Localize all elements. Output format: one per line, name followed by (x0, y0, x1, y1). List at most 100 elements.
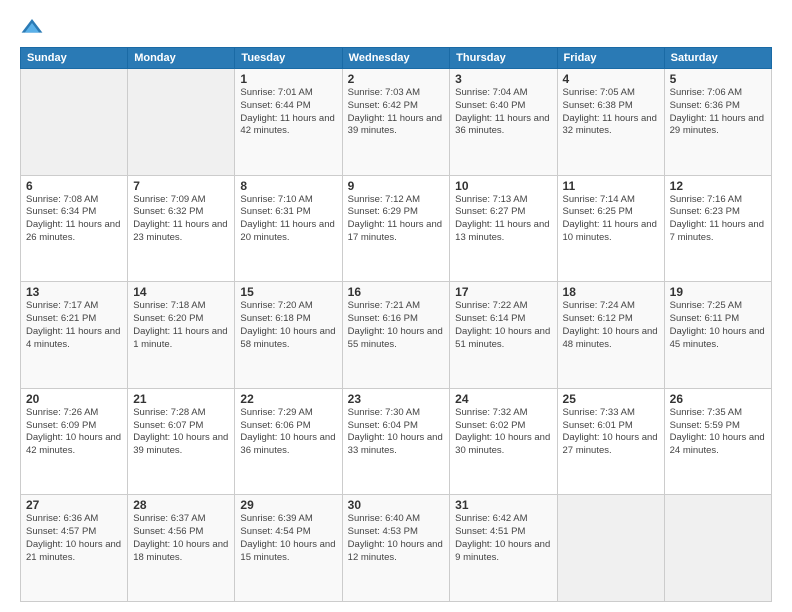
day-number: 27 (26, 498, 122, 512)
calendar-day-cell: 4Sunrise: 7:05 AM Sunset: 6:38 PM Daylig… (557, 69, 664, 176)
day-info: Sunrise: 7:06 AM Sunset: 6:36 PM Dayligh… (670, 87, 766, 138)
day-number: 29 (240, 498, 336, 512)
day-info: Sunrise: 6:39 AM Sunset: 4:54 PM Dayligh… (240, 513, 336, 564)
day-info: Sunrise: 7:04 AM Sunset: 6:40 PM Dayligh… (455, 87, 551, 138)
calendar-day-cell (128, 69, 235, 176)
weekday-header: Tuesday (235, 48, 342, 69)
weekday-header: Sunday (21, 48, 128, 69)
day-info: Sunrise: 7:20 AM Sunset: 6:18 PM Dayligh… (240, 300, 336, 351)
calendar-day-cell: 22Sunrise: 7:29 AM Sunset: 6:06 PM Dayli… (235, 388, 342, 495)
calendar-day-cell: 13Sunrise: 7:17 AM Sunset: 6:21 PM Dayli… (21, 282, 128, 389)
day-number: 22 (240, 392, 336, 406)
day-number: 9 (348, 179, 445, 193)
header (20, 15, 772, 39)
calendar-day-cell: 28Sunrise: 6:37 AM Sunset: 4:56 PM Dayli… (128, 495, 235, 602)
day-number: 21 (133, 392, 229, 406)
day-number: 19 (670, 285, 766, 299)
day-info: Sunrise: 7:12 AM Sunset: 6:29 PM Dayligh… (348, 194, 445, 245)
weekday-header: Saturday (664, 48, 771, 69)
calendar-week-row: 6Sunrise: 7:08 AM Sunset: 6:34 PM Daylig… (21, 175, 772, 282)
day-info: Sunrise: 7:05 AM Sunset: 6:38 PM Dayligh… (563, 87, 659, 138)
logo-icon (20, 15, 44, 39)
day-number: 15 (240, 285, 336, 299)
day-number: 30 (348, 498, 445, 512)
day-number: 28 (133, 498, 229, 512)
calendar-day-cell: 17Sunrise: 7:22 AM Sunset: 6:14 PM Dayli… (450, 282, 557, 389)
calendar-week-row: 20Sunrise: 7:26 AM Sunset: 6:09 PM Dayli… (21, 388, 772, 495)
weekday-header: Thursday (450, 48, 557, 69)
calendar-day-cell: 7Sunrise: 7:09 AM Sunset: 6:32 PM Daylig… (128, 175, 235, 282)
day-number: 13 (26, 285, 122, 299)
calendar-day-cell: 26Sunrise: 7:35 AM Sunset: 5:59 PM Dayli… (664, 388, 771, 495)
day-info: Sunrise: 6:40 AM Sunset: 4:53 PM Dayligh… (348, 513, 445, 564)
day-info: Sunrise: 7:24 AM Sunset: 6:12 PM Dayligh… (563, 300, 659, 351)
calendar-day-cell: 15Sunrise: 7:20 AM Sunset: 6:18 PM Dayli… (235, 282, 342, 389)
calendar-day-cell: 16Sunrise: 7:21 AM Sunset: 6:16 PM Dayli… (342, 282, 450, 389)
day-number: 23 (348, 392, 445, 406)
day-info: Sunrise: 7:29 AM Sunset: 6:06 PM Dayligh… (240, 407, 336, 458)
logo (20, 15, 48, 39)
calendar-day-cell (664, 495, 771, 602)
weekday-header: Monday (128, 48, 235, 69)
day-number: 11 (563, 179, 659, 193)
day-info: Sunrise: 7:33 AM Sunset: 6:01 PM Dayligh… (563, 407, 659, 458)
calendar-day-cell: 29Sunrise: 6:39 AM Sunset: 4:54 PM Dayli… (235, 495, 342, 602)
day-info: Sunrise: 7:25 AM Sunset: 6:11 PM Dayligh… (670, 300, 766, 351)
day-info: Sunrise: 7:22 AM Sunset: 6:14 PM Dayligh… (455, 300, 551, 351)
day-number: 2 (348, 72, 445, 86)
calendar-day-cell: 6Sunrise: 7:08 AM Sunset: 6:34 PM Daylig… (21, 175, 128, 282)
day-number: 14 (133, 285, 229, 299)
calendar-day-cell: 25Sunrise: 7:33 AM Sunset: 6:01 PM Dayli… (557, 388, 664, 495)
calendar-table: SundayMondayTuesdayWednesdayThursdayFrid… (20, 47, 772, 602)
day-info: Sunrise: 6:42 AM Sunset: 4:51 PM Dayligh… (455, 513, 551, 564)
day-number: 4 (563, 72, 659, 86)
day-number: 8 (240, 179, 336, 193)
day-number: 1 (240, 72, 336, 86)
calendar-day-cell: 5Sunrise: 7:06 AM Sunset: 6:36 PM Daylig… (664, 69, 771, 176)
calendar-day-cell: 9Sunrise: 7:12 AM Sunset: 6:29 PM Daylig… (342, 175, 450, 282)
calendar-day-cell: 31Sunrise: 6:42 AM Sunset: 4:51 PM Dayli… (450, 495, 557, 602)
day-number: 10 (455, 179, 551, 193)
day-number: 24 (455, 392, 551, 406)
calendar-week-row: 27Sunrise: 6:36 AM Sunset: 4:57 PM Dayli… (21, 495, 772, 602)
calendar-day-cell: 1Sunrise: 7:01 AM Sunset: 6:44 PM Daylig… (235, 69, 342, 176)
day-info: Sunrise: 7:21 AM Sunset: 6:16 PM Dayligh… (348, 300, 445, 351)
calendar-day-cell: 27Sunrise: 6:36 AM Sunset: 4:57 PM Dayli… (21, 495, 128, 602)
weekday-header: Wednesday (342, 48, 450, 69)
day-info: Sunrise: 7:13 AM Sunset: 6:27 PM Dayligh… (455, 194, 551, 245)
calendar-day-cell: 21Sunrise: 7:28 AM Sunset: 6:07 PM Dayli… (128, 388, 235, 495)
day-number: 25 (563, 392, 659, 406)
day-number: 7 (133, 179, 229, 193)
day-number: 3 (455, 72, 551, 86)
day-info: Sunrise: 6:37 AM Sunset: 4:56 PM Dayligh… (133, 513, 229, 564)
calendar-day-cell: 20Sunrise: 7:26 AM Sunset: 6:09 PM Dayli… (21, 388, 128, 495)
day-info: Sunrise: 7:10 AM Sunset: 6:31 PM Dayligh… (240, 194, 336, 245)
day-info: Sunrise: 7:28 AM Sunset: 6:07 PM Dayligh… (133, 407, 229, 458)
weekday-header: Friday (557, 48, 664, 69)
day-number: 26 (670, 392, 766, 406)
day-info: Sunrise: 7:30 AM Sunset: 6:04 PM Dayligh… (348, 407, 445, 458)
day-info: Sunrise: 7:35 AM Sunset: 5:59 PM Dayligh… (670, 407, 766, 458)
day-number: 5 (670, 72, 766, 86)
calendar-day-cell: 14Sunrise: 7:18 AM Sunset: 6:20 PM Dayli… (128, 282, 235, 389)
day-number: 20 (26, 392, 122, 406)
day-info: Sunrise: 7:03 AM Sunset: 6:42 PM Dayligh… (348, 87, 445, 138)
calendar-week-row: 13Sunrise: 7:17 AM Sunset: 6:21 PM Dayli… (21, 282, 772, 389)
day-info: Sunrise: 7:09 AM Sunset: 6:32 PM Dayligh… (133, 194, 229, 245)
calendar-day-cell: 24Sunrise: 7:32 AM Sunset: 6:02 PM Dayli… (450, 388, 557, 495)
calendar-day-cell: 2Sunrise: 7:03 AM Sunset: 6:42 PM Daylig… (342, 69, 450, 176)
day-info: Sunrise: 7:14 AM Sunset: 6:25 PM Dayligh… (563, 194, 659, 245)
day-number: 12 (670, 179, 766, 193)
calendar-week-row: 1Sunrise: 7:01 AM Sunset: 6:44 PM Daylig… (21, 69, 772, 176)
day-info: Sunrise: 7:01 AM Sunset: 6:44 PM Dayligh… (240, 87, 336, 138)
day-number: 6 (26, 179, 122, 193)
day-number: 17 (455, 285, 551, 299)
day-info: Sunrise: 7:26 AM Sunset: 6:09 PM Dayligh… (26, 407, 122, 458)
calendar-day-cell: 8Sunrise: 7:10 AM Sunset: 6:31 PM Daylig… (235, 175, 342, 282)
calendar-day-cell: 12Sunrise: 7:16 AM Sunset: 6:23 PM Dayli… (664, 175, 771, 282)
calendar-day-cell: 11Sunrise: 7:14 AM Sunset: 6:25 PM Dayli… (557, 175, 664, 282)
day-number: 18 (563, 285, 659, 299)
calendar-day-cell: 18Sunrise: 7:24 AM Sunset: 6:12 PM Dayli… (557, 282, 664, 389)
calendar-day-cell (557, 495, 664, 602)
calendar-day-cell: 10Sunrise: 7:13 AM Sunset: 6:27 PM Dayli… (450, 175, 557, 282)
